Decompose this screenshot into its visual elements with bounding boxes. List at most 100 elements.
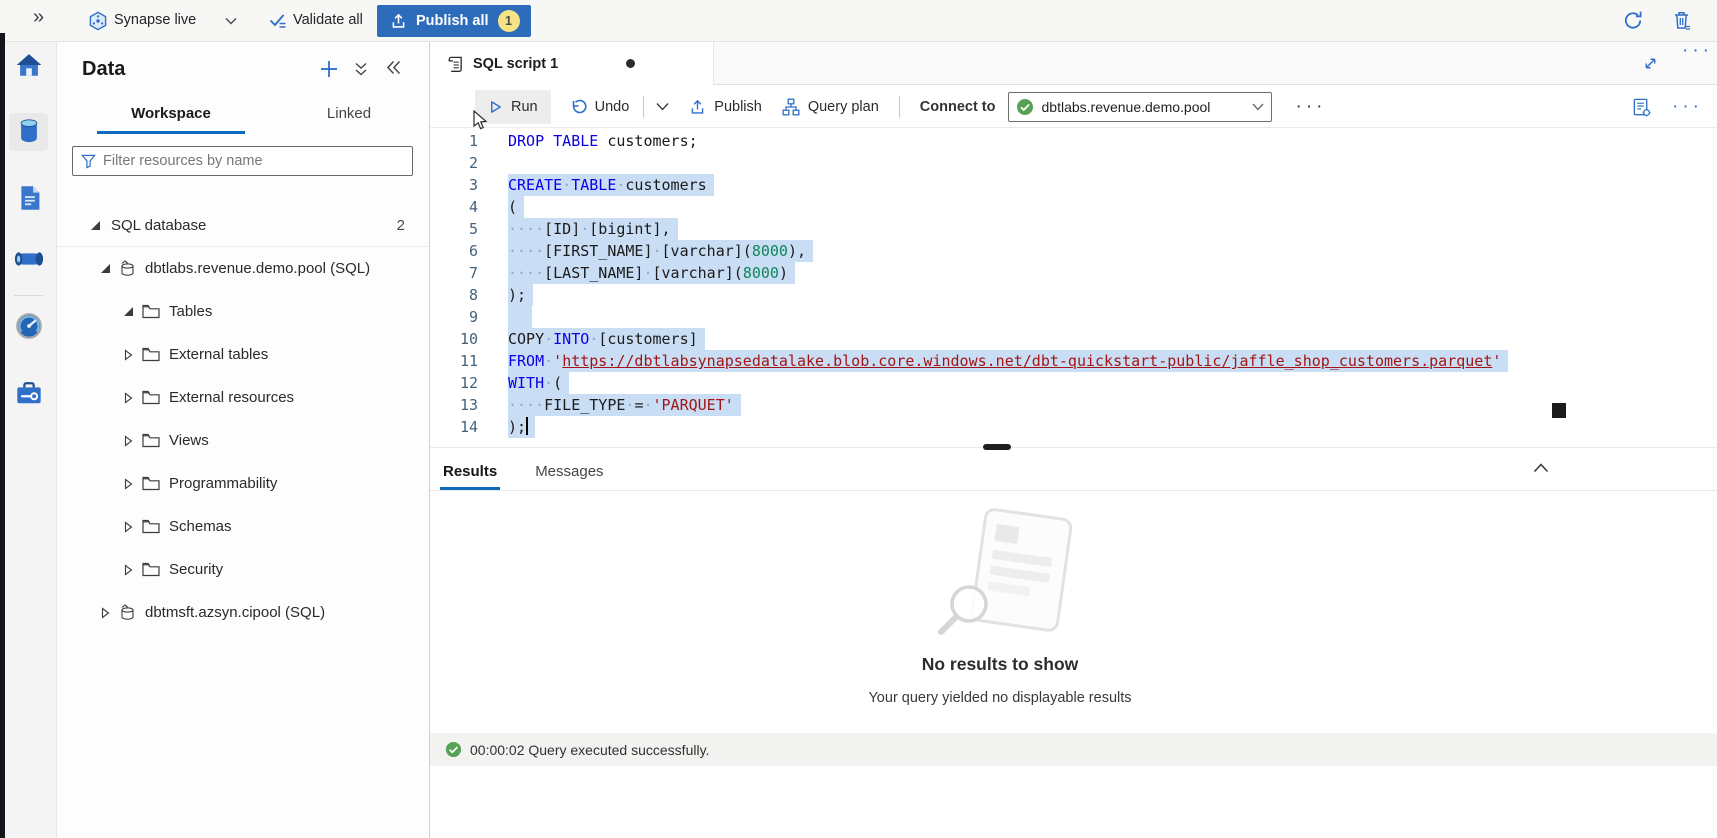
collapse-results-chevron-icon[interactable] [1533,462,1549,473]
code-line[interactable]: 12WITH·( [430,372,1717,394]
toolbar-right-more-icon[interactable]: ··· [1672,102,1703,112]
query-plan-button[interactable]: Query plan [782,98,879,116]
empty-results-subtitle: Your query yielded no displayable result… [430,690,1570,706]
unsaved-changes-dot [626,59,635,68]
undo-icon [569,98,587,116]
run-options-chevron-icon[interactable] [656,102,669,111]
publish-upload-icon [390,12,407,30]
tree-item-dbtmsft-pool[interactable]: dbtmsft.azsyn.cipool (SQL) [57,591,429,634]
success-check-icon [445,741,462,758]
double-chevron-down-icon[interactable] [353,61,369,78]
code-line[interactable]: 14); [430,416,1717,438]
tab-title: SQL script 1 [473,56,558,72]
tabstrip-background [713,42,1717,85]
collapsed-triangle-icon[interactable] [98,607,112,619]
code-line[interactable]: 13····FILE_TYPE·=·'PARQUET' [430,394,1717,416]
database-count: 2 [397,217,429,234]
code-line[interactable]: 9 [430,306,1717,328]
filter-box [72,146,413,176]
sql-pool-database-icon [119,260,136,277]
environment-selector-label[interactable]: Synapse live [114,12,196,28]
expand-panel-chevrons-icon[interactable]: » [33,6,44,29]
publish-button[interactable]: Publish [689,98,762,116]
tree-item-sql-database[interactable]: SQL database 2 [57,204,429,247]
undo-button[interactable]: Undo [569,98,630,116]
tab-sql-script-1[interactable]: SQL script 1 [430,42,713,86]
collapsed-triangle-icon[interactable] [121,478,135,490]
code-line[interactable]: 8); [430,284,1717,306]
tree-item-external-tables[interactable]: External tables [57,333,429,376]
tree-item-schemas[interactable]: Schemas [57,505,429,548]
expanded-triangle-icon[interactable] [88,220,102,231]
refresh-icon[interactable] [1622,9,1644,32]
collapsed-triangle-icon[interactable] [121,435,135,447]
environment-chevron-down-icon[interactable] [225,17,237,25]
collapse-panel-icon[interactable] [385,59,402,76]
nav-integrate-icon[interactable] [13,243,45,275]
query-status-bar: 00:00:02 Query executed successfully. [430,733,1717,766]
synapse-live-icon [88,11,108,31]
run-play-icon [488,99,503,115]
nav-develop-icon[interactable] [13,182,45,214]
mouse-cursor [470,110,489,132]
discard-trash-icon[interactable] [1671,9,1693,32]
tree-item-views[interactable]: Views [57,419,429,462]
collapsed-triangle-icon[interactable] [121,392,135,404]
code-line[interactable]: 1DROP TABLE customers; [430,130,1717,152]
collapsed-triangle-icon[interactable] [121,521,135,533]
code-line[interactable]: 10COPY·INTO·[customers] [430,328,1717,350]
connected-check-icon [1016,98,1034,116]
no-results-illustration [930,508,1082,650]
collapsed-triangle-icon[interactable] [121,349,135,361]
tree-item-security[interactable]: Security [57,548,429,591]
expanded-triangle-icon[interactable] [121,306,135,317]
folder-icon [142,562,160,577]
code-line[interactable]: 4( [430,196,1717,218]
add-resource-icon[interactable] [319,59,339,79]
code-line[interactable]: 2 [430,152,1717,174]
publish-count-badge: 1 [498,10,520,32]
collapsed-triangle-icon[interactable] [121,564,135,576]
publish-all-button[interactable]: Publish all 1 [377,5,531,37]
dropdown-chevron-icon [1252,103,1264,111]
code-line[interactable]: 5····[ID]·[bigint], [430,218,1717,240]
code-line[interactable]: 11FROM·'https://dbtlabsynapsedatalake.bl… [430,350,1717,372]
code-line[interactable]: 3CREATE·TABLE·customers [430,174,1717,196]
top-command-bar: » Synapse live Validate all Publish all … [0,0,1717,42]
tree-item-tables[interactable]: Tables [57,290,429,333]
filter-funnel-icon [81,153,96,169]
nav-data-icon[interactable] [13,115,45,147]
nav-monitor-icon[interactable] [13,310,45,342]
tree-item-external-resources[interactable]: External resources [57,376,429,419]
status-message: 00:00:02 Query executed successfully. [470,742,709,758]
toolbar-more-icon[interactable]: ··· [1296,102,1327,112]
publish-icon [689,98,706,116]
code-line[interactable]: 6····[FIRST_NAME]·[varchar](8000), [430,240,1717,262]
filter-input[interactable] [103,153,404,169]
code-editor[interactable]: 1DROP TABLE customers;23CREATE·TABLE·cus… [430,128,1717,447]
tab-workspace[interactable]: Workspace [97,100,245,134]
overview-ruler-mark [1552,403,1566,418]
tab-linked[interactable]: Linked [275,100,423,134]
empty-results-title: No results to show [430,654,1570,675]
document-tabstrip: SQL script 1 ··· [430,42,1717,86]
properties-icon[interactable] [1631,97,1652,118]
panel-title: Data [82,58,125,81]
results-header: Results Messages [430,448,1717,491]
connect-to-dropdown[interactable]: dbtlabs.revenue.demo.pool [1008,92,1272,122]
nav-home-icon[interactable] [13,49,45,81]
tab-messages[interactable]: Messages [532,463,606,490]
rail-divider [14,295,43,296]
nav-manage-icon[interactable] [13,377,45,409]
expanded-triangle-icon[interactable] [98,263,112,274]
toolbar-separator [643,96,644,118]
validate-all-icon [268,11,288,31]
expand-editor-icon[interactable] [1642,55,1659,72]
tree-item-dbtlabs-pool[interactable]: dbtlabs.revenue.demo.pool (SQL) [57,247,429,290]
tabstrip-more-icon[interactable]: ··· [1682,46,1713,56]
tab-results[interactable]: Results [440,463,500,490]
query-plan-icon [782,98,800,116]
code-line[interactable]: 7····[LAST_NAME]·[varchar](8000) [430,262,1717,284]
tree-item-programmability[interactable]: Programmability [57,462,429,505]
validate-all-button[interactable]: Validate all [293,12,363,28]
